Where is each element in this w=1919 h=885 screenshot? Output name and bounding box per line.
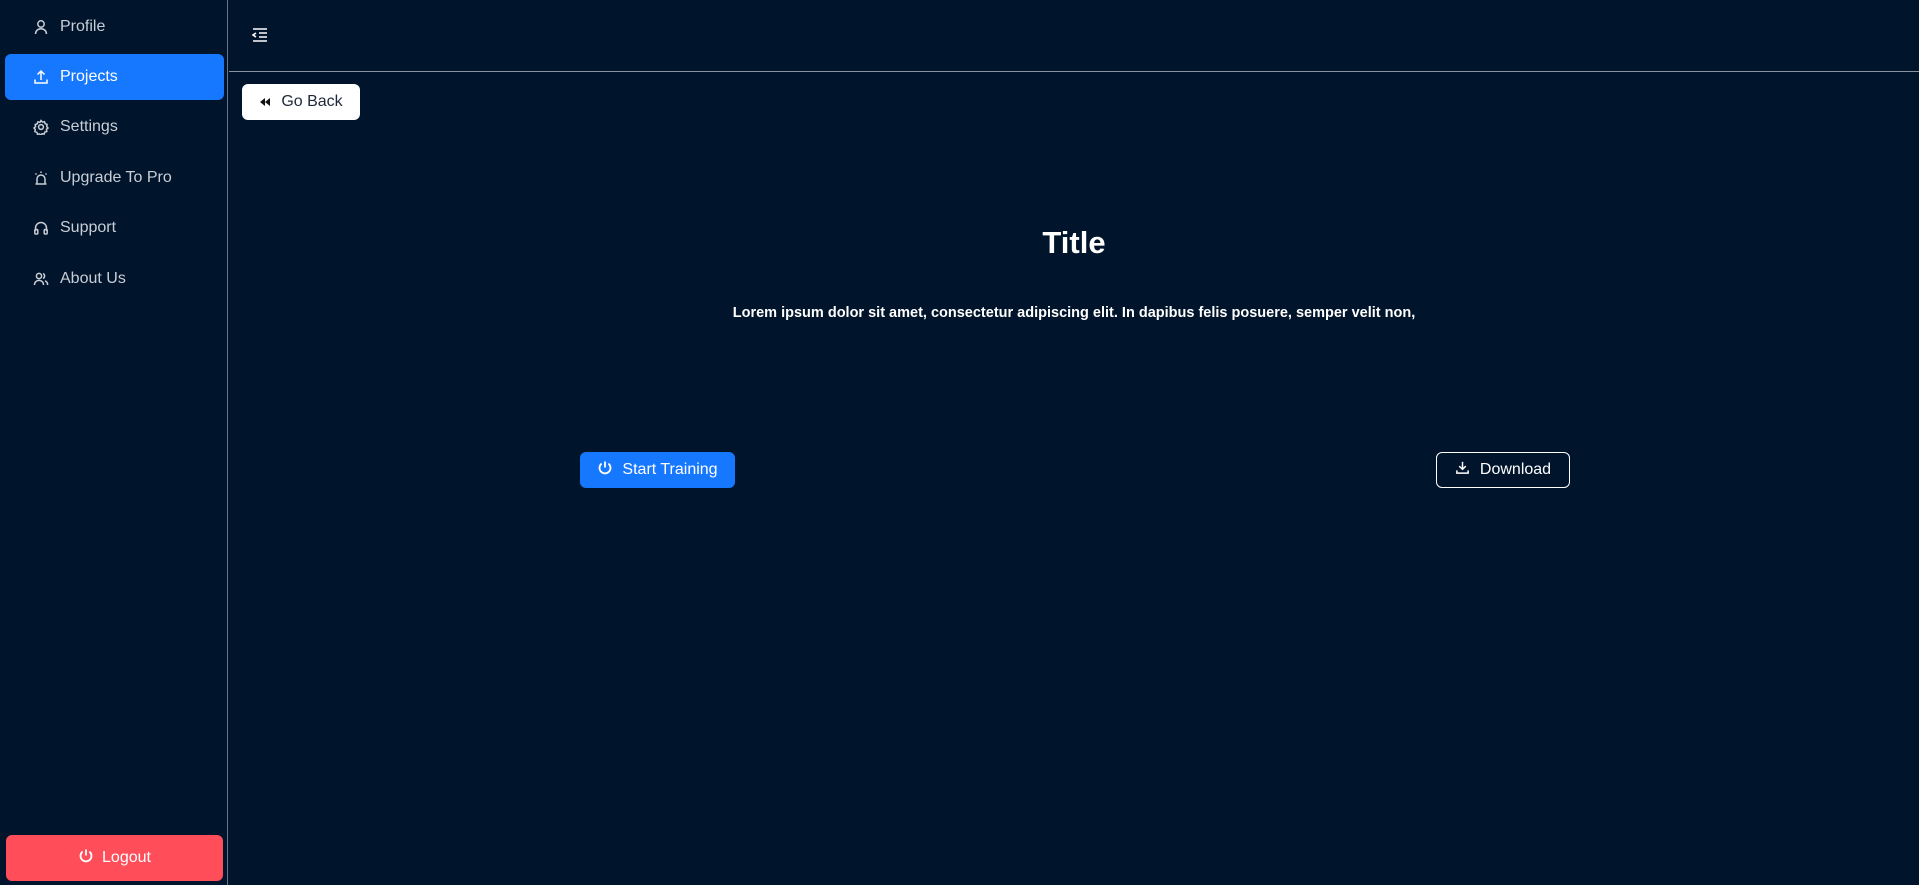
- sidebar-item-projects[interactable]: Projects: [5, 54, 224, 100]
- sidebar-item-label: Support: [60, 219, 117, 236]
- page-title: Title: [1042, 225, 1106, 260]
- top-header: [229, 0, 1919, 72]
- main-content: Go Back Title Lorem ipsum dolor sit amet…: [229, 73, 1919, 885]
- start-training-label: Start Training: [622, 461, 718, 478]
- sidebar-nav: Profile Projects Settings Upgrade To Pro: [0, 0, 227, 287]
- sidebar-item-about[interactable]: About Us: [5, 256, 224, 302]
- sidebar-item-support[interactable]: Support: [5, 205, 224, 251]
- power-icon: [597, 460, 622, 481]
- start-training-button[interactable]: Start Training: [580, 452, 735, 488]
- sidebar-item-settings[interactable]: Settings: [5, 104, 224, 150]
- download-icon: [1455, 460, 1480, 480]
- download-label: Download: [1479, 461, 1552, 478]
- sidebar-item-upgrade[interactable]: Upgrade To Pro: [5, 155, 224, 201]
- sidebar-item-label: Settings: [60, 118, 118, 135]
- headphones-icon: [32, 219, 50, 237]
- power-icon: [78, 848, 102, 869]
- logout-button[interactable]: Logout: [6, 835, 223, 881]
- go-back-button[interactable]: Go Back: [242, 84, 360, 120]
- upload-icon: [32, 68, 50, 86]
- page-description: Lorem ipsum dolor sit amet, consectetur …: [732, 305, 1416, 321]
- gear-icon: [32, 118, 50, 136]
- sidebar-item-label: Projects: [60, 68, 118, 85]
- team-icon: [32, 270, 50, 288]
- sidebar: Profile Projects Settings Upgrade To Pro: [0, 0, 228, 885]
- sidebar-item-label: About Us: [60, 270, 126, 287]
- user-icon: [32, 18, 50, 36]
- go-back-label: Go Back: [281, 93, 343, 110]
- download-button[interactable]: Download: [1436, 452, 1570, 488]
- sidebar-item-label: Upgrade To Pro: [60, 169, 172, 186]
- logout-label: Logout: [102, 849, 151, 866]
- double-left-icon: [259, 96, 271, 108]
- sidebar-item-label: Profile: [60, 18, 106, 35]
- alarm-icon: [32, 169, 50, 187]
- app: Profile Projects Settings Upgrade To Pro: [0, 0, 1919, 885]
- sidebar-item-profile[interactable]: Profile: [5, 4, 224, 50]
- menu-fold-icon[interactable]: [250, 25, 270, 45]
